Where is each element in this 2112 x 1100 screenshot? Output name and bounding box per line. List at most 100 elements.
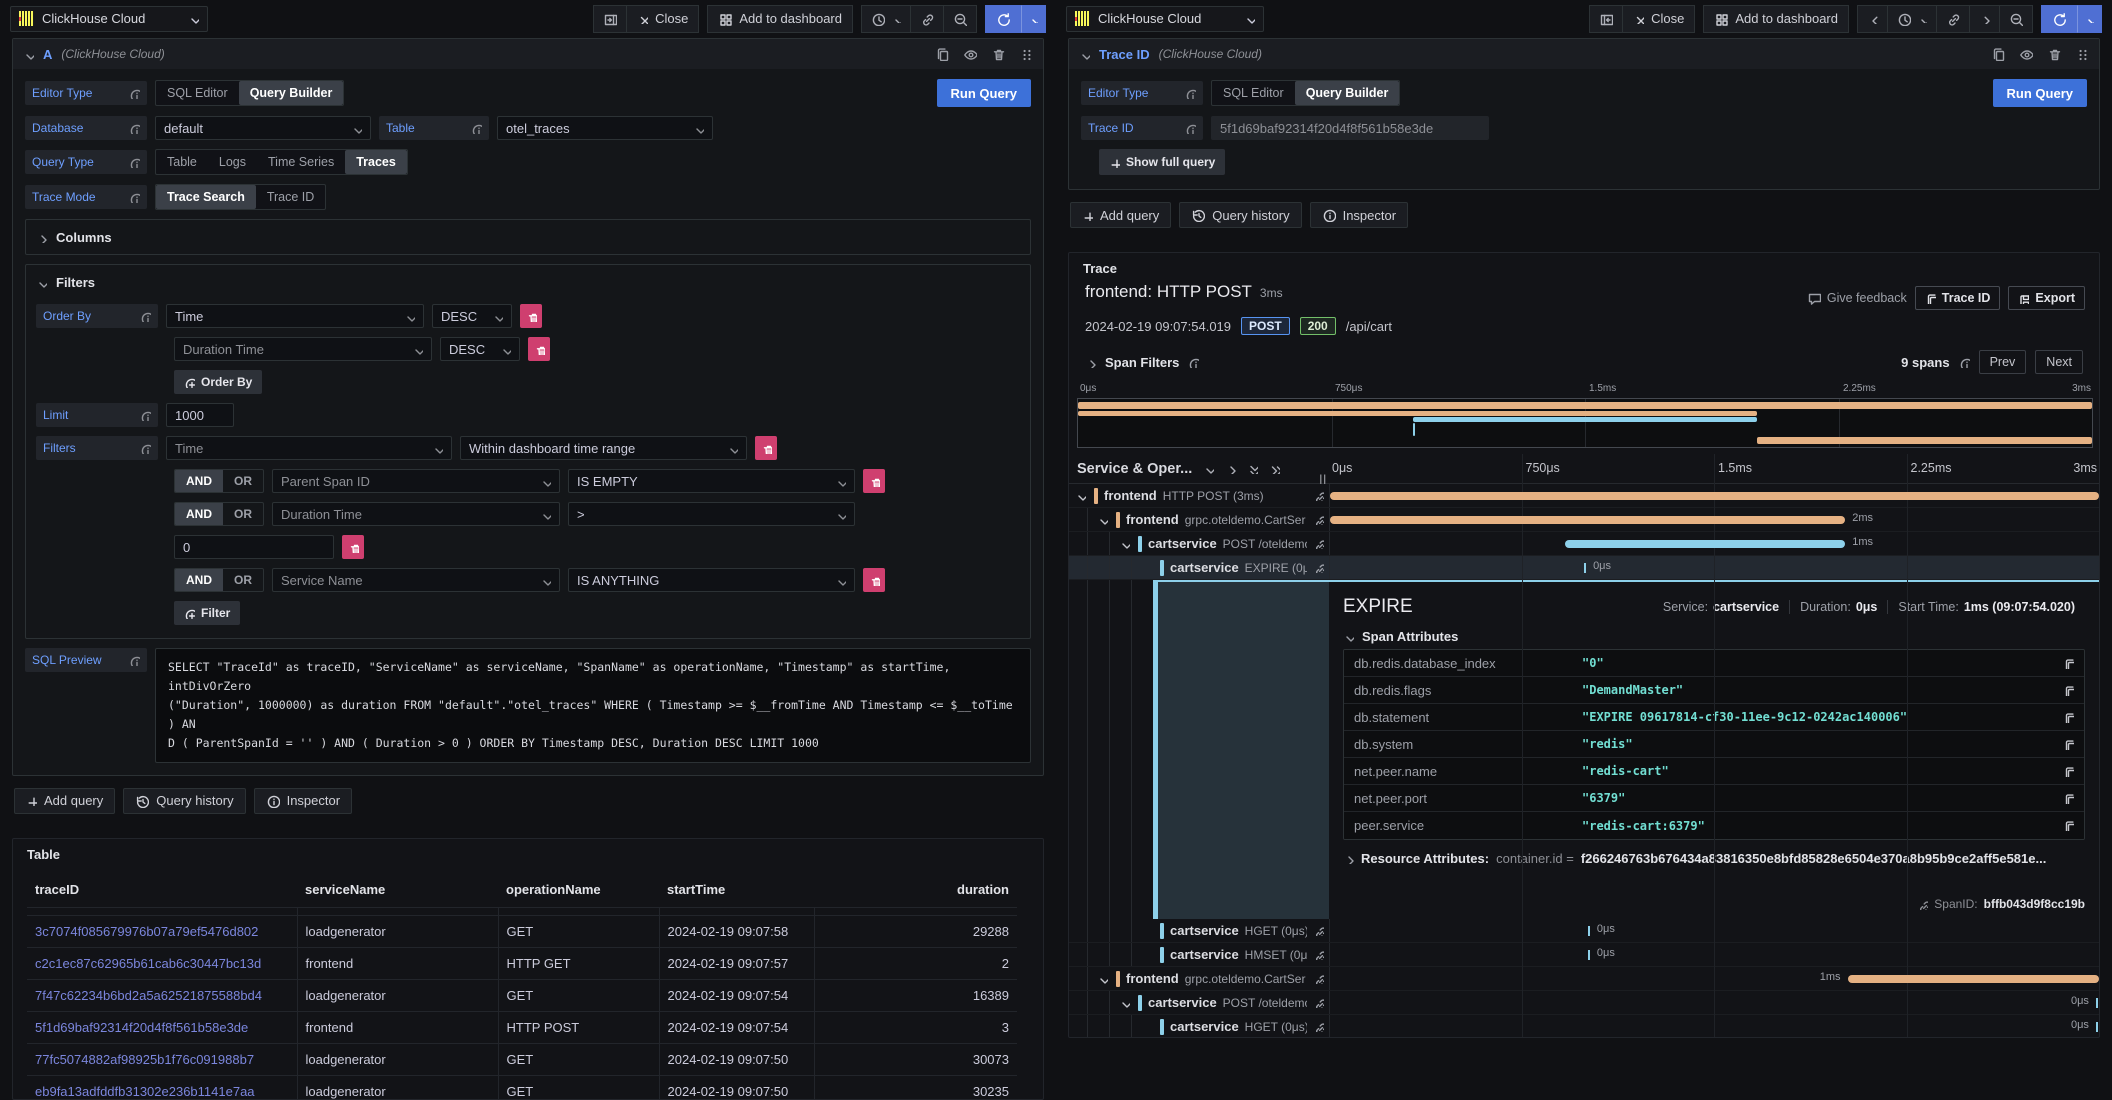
copy-trace-id-button[interactable]: Trace ID (1915, 286, 2001, 310)
query-row-header[interactable]: Trace ID (ClickHouse Cloud) (1069, 39, 2099, 69)
copy-icon[interactable] (2063, 658, 2074, 669)
double-chevron-right-icon[interactable] (1269, 463, 1280, 474)
filter-field-select[interactable]: Parent Span ID (272, 469, 560, 493)
col-header-servicename[interactable]: serviceName (297, 876, 498, 908)
disable-query-eye-icon[interactable] (963, 47, 977, 61)
query-builder-option[interactable]: Query Builder (239, 81, 344, 105)
add-filter-button[interactable]: Filter (174, 601, 240, 625)
trace-minimap[interactable]: 0μs 750μs 1.5ms 2.25ms 3ms (1077, 383, 2093, 448)
filter-field-select[interactable]: Service Name (272, 568, 560, 592)
run-query-button[interactable]: Run Query (937, 79, 1031, 107)
and-option[interactable]: AND (175, 569, 223, 591)
filters-section-header[interactable]: Filters (36, 272, 1020, 292)
query-history-button[interactable]: Query history (123, 788, 245, 814)
info-icon[interactable] (1959, 357, 1970, 368)
duplicate-query-icon[interactable] (1991, 47, 2005, 61)
show-full-query-button[interactable]: Show full query (1099, 149, 1225, 175)
col-header-duration[interactable]: duration (814, 876, 1017, 908)
info-icon[interactable] (1188, 357, 1199, 368)
limit-input[interactable]: 1000 (166, 403, 234, 427)
database-select[interactable]: default (155, 116, 371, 140)
info-icon[interactable] (129, 88, 140, 99)
info-icon[interactable] (1185, 123, 1196, 134)
run-query-button[interactable]: Run Query (1993, 79, 2087, 107)
datasource-picker[interactable]: ClickHouse Cloud (10, 6, 208, 32)
chevron-down-icon[interactable] (1097, 514, 1110, 525)
chevron-right-icon[interactable] (1225, 463, 1236, 474)
time-shift-back-button[interactable] (1857, 5, 1888, 33)
remove-filter-button[interactable] (342, 535, 364, 559)
info-icon[interactable] (140, 410, 151, 421)
span-bar-lane[interactable]: 2ms (1329, 508, 2099, 531)
span-link-icon[interactable] (1313, 514, 1324, 525)
cell-traceid[interactable]: 3c7074f085679976b07a79ef5476d802 (27, 915, 297, 947)
inspector-button[interactable]: Inspector (1310, 202, 1408, 228)
add-to-dashboard-button[interactable]: Add to dashboard (1703, 5, 1849, 33)
span-bar-lane[interactable]: 0μs (1329, 919, 2099, 942)
zoom-out-button[interactable] (2000, 5, 2033, 33)
info-icon[interactable] (129, 123, 140, 134)
time-picker-button[interactable] (1888, 5, 1937, 33)
span-link-icon[interactable] (1313, 1021, 1324, 1032)
close-pane-button[interactable]: Close (1623, 5, 1695, 33)
trace-id-option[interactable]: Trace ID (256, 185, 325, 209)
add-order-by-button[interactable]: Order By (174, 370, 262, 394)
or-option[interactable]: OR (223, 569, 263, 591)
filter-operator-select[interactable]: IS EMPTY (568, 469, 855, 493)
duplicate-query-icon[interactable] (935, 47, 949, 61)
split-pane-left-button[interactable] (1589, 5, 1623, 33)
resource-attributes-row[interactable]: Resource Attributes: container.id = f266… (1343, 843, 2085, 873)
filter-operator-select[interactable]: Within dashboard time range (460, 436, 747, 460)
close-pane-button[interactable]: Close (627, 5, 699, 33)
span-bar-lane[interactable] (1329, 484, 2099, 507)
span-row[interactable]: cartservice HMSET (0μs 0μs (1069, 943, 2099, 967)
and-option[interactable]: AND (175, 503, 223, 525)
split-pane-right-button[interactable] (593, 5, 627, 33)
span-link-icon[interactable] (1313, 490, 1324, 501)
span-row[interactable]: frontend grpc.oteldemo.CartSer 2ms (1069, 508, 2099, 532)
span-bar-lane[interactable]: 1ms (1329, 967, 2099, 990)
query-type-table[interactable]: Table (156, 150, 208, 174)
remove-order-by-button[interactable] (528, 337, 550, 361)
cell-traceid[interactable]: 5f1d69baf92314f20d4f8f561b58e3de (27, 1011, 297, 1043)
add-query-button[interactable]: Add query (1070, 202, 1171, 228)
span-row-selected[interactable]: cartservice EXPIRE (0μs 0μs (1069, 556, 2099, 580)
add-query-button[interactable]: Add query (14, 788, 115, 814)
filter-value-input[interactable]: 0 (174, 535, 334, 559)
cell-traceid[interactable]: 77fc5074882af98925b1f76c091988b7 (27, 1043, 297, 1075)
span-filters-label[interactable]: Span Filters (1105, 355, 1179, 370)
span-row[interactable]: frontend HTTP POST (3ms) (1069, 484, 2099, 508)
copy-icon[interactable] (2063, 793, 2074, 804)
span-row[interactable]: cartservice HGET (0μs) 0μs (1069, 919, 2099, 943)
query-history-button[interactable]: Query history (1179, 202, 1301, 228)
order-by-direction-select[interactable]: DESC (432, 304, 512, 328)
copy-icon[interactable] (2063, 739, 2074, 750)
trace-id-input[interactable]: 5f1d69baf92314f20d4f8f561b58e3de (1211, 116, 1489, 140)
col-header-traceid[interactable]: traceID (27, 876, 297, 908)
info-icon[interactable] (140, 443, 151, 454)
info-icon[interactable] (1185, 88, 1196, 99)
time-picker-button[interactable] (861, 5, 911, 33)
span-row[interactable]: cartservice POST /oteldemo 0μs (1069, 991, 2099, 1015)
span-link-icon[interactable] (1313, 997, 1324, 1008)
col-header-starttime[interactable]: startTime (659, 876, 814, 908)
delete-query-icon[interactable] (2047, 47, 2061, 61)
span-bar-lane[interactable]: 1ms (1329, 532, 2099, 555)
span-row[interactable]: cartservice HGET (0μs) 0μs (1069, 1015, 2099, 1038)
query-type-time-series[interactable]: Time Series (257, 150, 345, 174)
order-by-field-select[interactable]: Time (166, 304, 424, 328)
run-refresh-button[interactable] (2041, 5, 2077, 33)
span-link-icon[interactable] (1313, 925, 1324, 936)
info-icon[interactable] (471, 123, 482, 134)
refresh-interval-dropdown[interactable] (2077, 5, 2102, 33)
chevron-down-icon[interactable] (1203, 463, 1214, 474)
and-option[interactable]: AND (175, 470, 223, 492)
link-icon[interactable] (1917, 899, 1928, 910)
double-chevron-down-icon[interactable] (1247, 463, 1258, 474)
copy-icon[interactable] (2063, 712, 2074, 723)
chevron-down-icon[interactable] (1097, 973, 1110, 984)
order-by-field-select[interactable]: Duration Time (174, 337, 432, 361)
copy-icon[interactable] (2063, 820, 2074, 831)
run-refresh-button[interactable] (985, 5, 1021, 33)
query-type-traces[interactable]: Traces (345, 150, 407, 174)
